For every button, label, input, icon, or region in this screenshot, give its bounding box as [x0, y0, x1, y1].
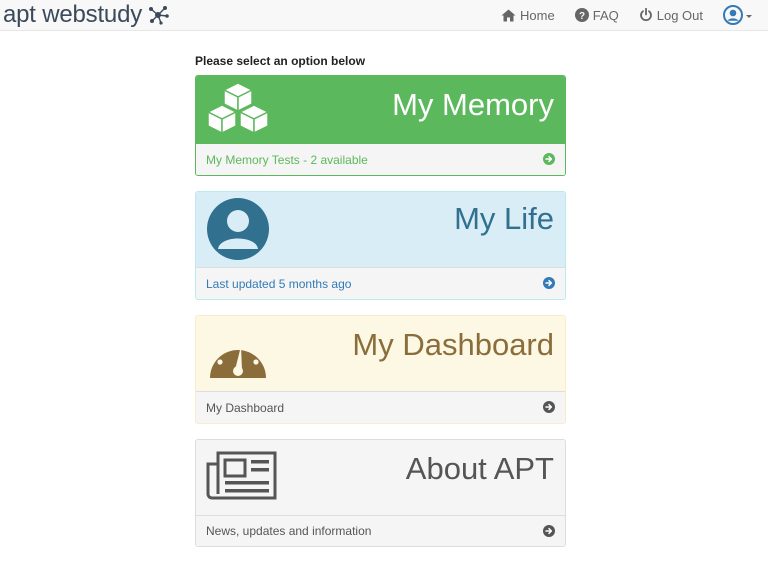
panel-footer-text-my-memory: My Memory Tests - 2 available	[206, 152, 368, 167]
main-content: Please select an option below My Memory …	[195, 54, 566, 562]
panel-footer-text-my-dashboard: My Dashboard	[206, 400, 285, 415]
nav-home[interactable]: Home	[501, 8, 555, 23]
power-icon	[639, 8, 652, 22]
panel-heading-my-life[interactable]: My Life	[196, 192, 565, 267]
panel-heading-my-memory[interactable]: My Memory	[196, 76, 565, 143]
panel-footer-my-life[interactable]: Last updated 5 months ago	[196, 267, 565, 299]
panel-title-my-life: My Life	[454, 201, 554, 236]
panel-title-my-dashboard: My Dashboard	[352, 327, 554, 362]
arrow-circle-right-icon	[543, 277, 555, 289]
home-icon	[501, 9, 516, 21]
panel-heading-about-apt[interactable]: About APT	[196, 440, 565, 515]
question-icon: ?	[574, 8, 589, 22]
newspaper-icon	[206, 451, 277, 500]
dashboard-icon	[210, 339, 266, 378]
panel-my-life[interactable]: My Life Last updated 5 months ago	[195, 191, 566, 300]
panel-heading-my-dashboard[interactable]: My Dashboard	[196, 316, 565, 391]
panel-title-about-apt: About APT	[405, 451, 554, 486]
panel-footer-my-memory[interactable]: My Memory Tests - 2 available	[196, 143, 565, 175]
panel-footer-text-my-life: Last updated 5 months ago	[206, 276, 352, 291]
svg-text:?: ?	[579, 11, 585, 22]
brand-logo[interactable]: apt webstudy	[3, 1, 170, 29]
panel-my-memory[interactable]: My Memory My Memory Tests - 2 available	[195, 75, 566, 176]
page-prompt: Please select an option below	[195, 54, 366, 68]
nav-logout-label: Log Out	[656, 7, 703, 23]
panel-title-my-memory: My Memory	[392, 87, 554, 122]
nav-logout[interactable]: Log Out	[639, 8, 703, 23]
arrow-circle-right-icon	[543, 153, 555, 165]
user-icon	[207, 198, 269, 260]
arrow-circle-right-icon	[543, 525, 555, 537]
nav-home-label: Home	[520, 7, 555, 23]
panel-about-apt[interactable]: About APT News, updates and information	[195, 439, 566, 547]
panel-footer-my-dashboard[interactable]: My Dashboard	[196, 391, 565, 423]
nav-faq-label: FAQ	[592, 7, 619, 23]
molecule-icon	[149, 6, 169, 25]
panel-my-dashboard[interactable]: My Dashboard My Dashboard	[195, 315, 566, 424]
brand-name: apt webstudy	[3, 1, 143, 28]
user-menu-toggle[interactable]	[723, 5, 752, 25]
panel-footer-about-apt[interactable]: News, updates and information	[196, 515, 565, 546]
user-circle-icon	[723, 5, 743, 25]
top-navbar: apt webstudy Home ? FAQ Log Out	[0, 0, 768, 31]
cubes-icon	[207, 82, 269, 134]
nav-faq[interactable]: ? FAQ	[574, 7, 619, 23]
panel-footer-text-about-apt: News, updates and information	[206, 524, 372, 538]
chevron-down-icon	[746, 15, 752, 18]
arrow-circle-right-icon	[543, 401, 555, 413]
